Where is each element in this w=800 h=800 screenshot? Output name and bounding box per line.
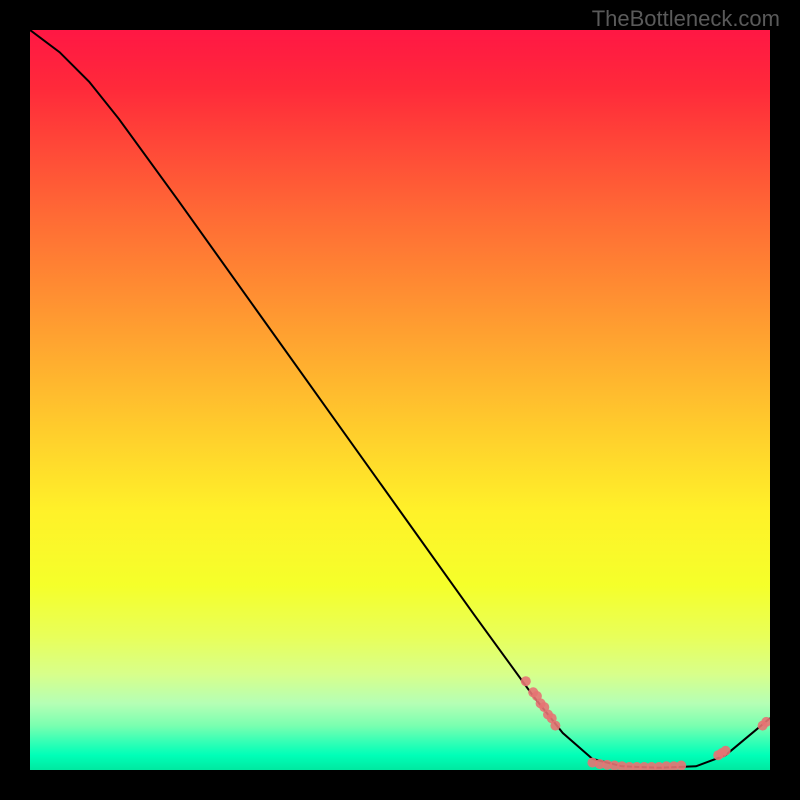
data-dot <box>521 676 531 686</box>
data-dots-group <box>521 676 770 770</box>
watermark-text: TheBottleneck.com <box>592 6 780 32</box>
data-dot <box>721 746 731 756</box>
bottleneck-curve <box>30 30 770 768</box>
chart-svg <box>30 30 770 770</box>
data-dot <box>676 761 686 770</box>
data-dot <box>550 721 560 731</box>
chart-plot-area <box>30 30 770 770</box>
